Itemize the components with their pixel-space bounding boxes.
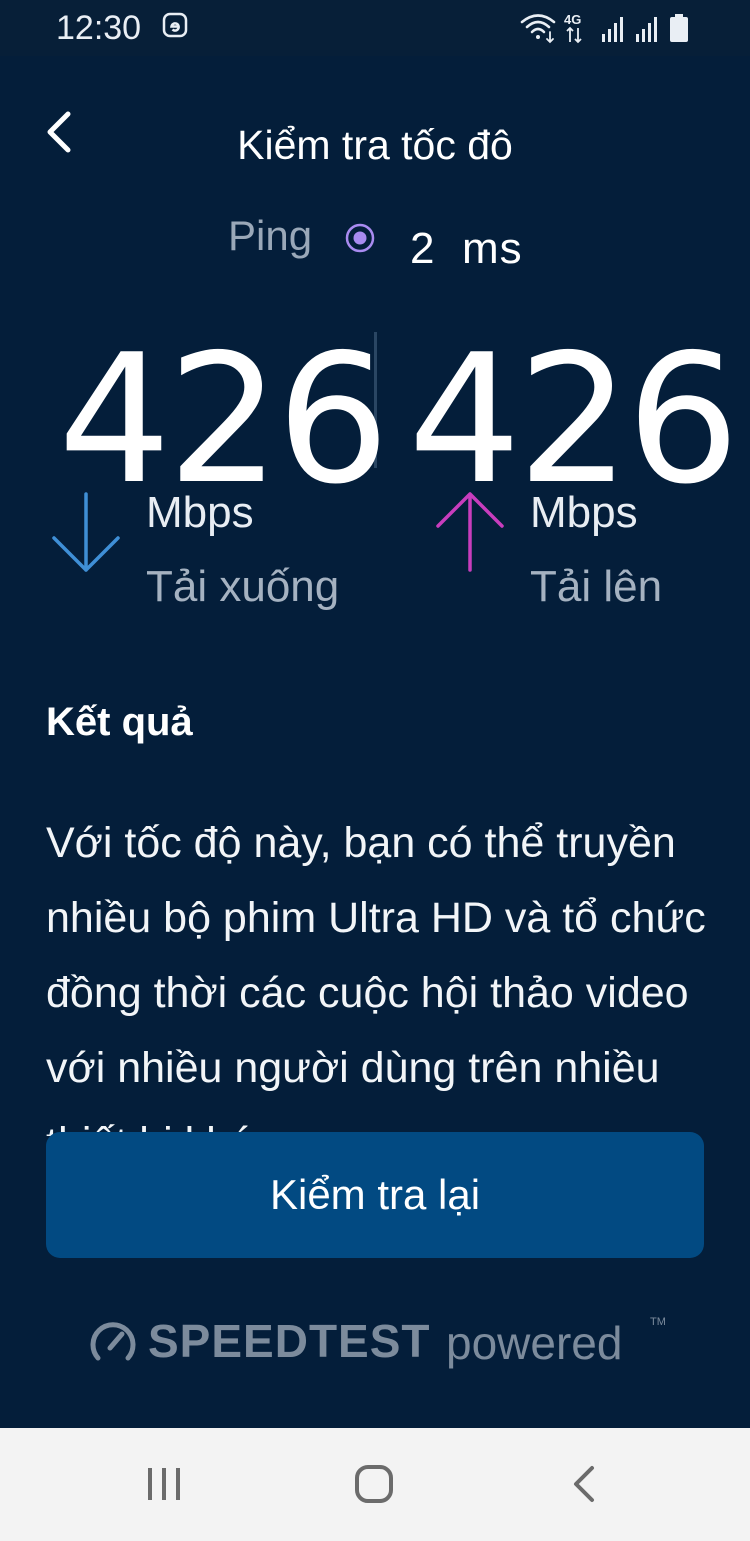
ping-row: Ping 2 ms bbox=[0, 208, 750, 278]
4g-icon: 4G bbox=[564, 12, 582, 44]
ping-label: Ping bbox=[228, 212, 313, 259]
wifi-icon bbox=[520, 14, 556, 44]
speed-test-screen: Kiểm tra tốc đô Ping 2 ms 426 426 Mbps M… bbox=[0, 56, 750, 1428]
brand-trademark: TM bbox=[650, 1316, 666, 1328]
signal-icon bbox=[602, 17, 623, 42]
ping-value: 2 ms bbox=[410, 224, 523, 274]
download-label: Tải xuống bbox=[146, 562, 340, 611]
speedometer-icon bbox=[90, 1322, 136, 1361]
status-time: 12:30 bbox=[56, 9, 142, 47]
status-icons: 4G bbox=[520, 12, 688, 44]
results-description: Với tốc độ này, bạn có thể truyền nhiều … bbox=[46, 819, 706, 1136]
page-title: Kiểm tra tốc đô bbox=[237, 122, 513, 168]
brand-powered: powered bbox=[446, 1317, 623, 1369]
home-icon[interactable] bbox=[344, 1458, 404, 1512]
brand-name: SPEEDTEST bbox=[148, 1315, 431, 1367]
e-notification-icon bbox=[162, 12, 188, 38]
download-unit: Mbps bbox=[146, 488, 254, 537]
back-icon[interactable] bbox=[556, 1458, 616, 1512]
arrow-up-icon bbox=[436, 492, 504, 572]
upload-unit: Mbps bbox=[530, 488, 638, 537]
recent-apps-icon[interactable] bbox=[134, 1458, 194, 1512]
results-heading: Kết quả bbox=[46, 700, 193, 744]
ping-number: 2 bbox=[410, 224, 436, 273]
ping-dot-icon bbox=[345, 223, 375, 253]
ping-unit: ms bbox=[461, 224, 523, 273]
speedtest-branding: SPEEDTEST powered TM bbox=[88, 1312, 688, 1372]
retest-button[interactable]: Kiểm tra lại bbox=[46, 1132, 704, 1258]
signal-icon bbox=[636, 17, 657, 42]
status-bar: 12:30 4G bbox=[0, 0, 750, 56]
network-label: 4G bbox=[564, 12, 581, 27]
arrow-down-icon bbox=[52, 492, 120, 572]
battery-icon bbox=[670, 14, 688, 42]
system-nav-bar bbox=[0, 1428, 750, 1541]
upload-label: Tải lên bbox=[530, 562, 663, 611]
